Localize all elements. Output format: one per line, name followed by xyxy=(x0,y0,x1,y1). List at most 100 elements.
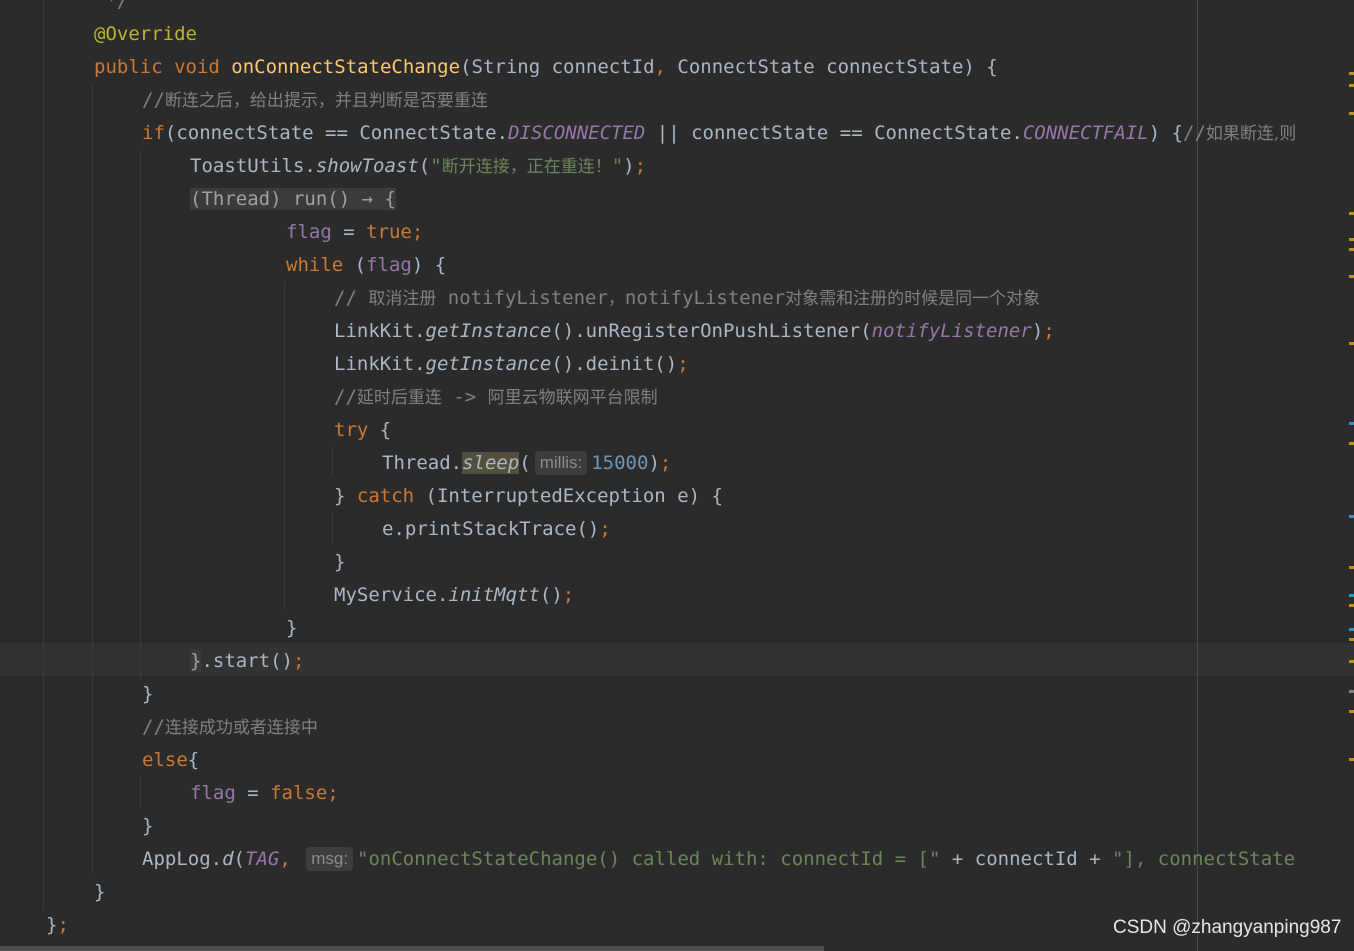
code-line[interactable]: e.printStackTrace(); xyxy=(382,513,611,546)
warning-marker[interactable] xyxy=(1349,566,1354,569)
code-token: = xyxy=(331,221,367,243)
code-token: getInstance xyxy=(425,353,552,375)
code-line[interactable]: Thread.sleep(millis: 15000); xyxy=(382,447,671,480)
warning-marker[interactable] xyxy=(1349,604,1354,607)
code-token: ; xyxy=(677,353,689,375)
code-token: LinkKit. xyxy=(334,320,426,342)
code-token: = xyxy=(235,782,271,804)
code-token: () xyxy=(539,584,563,606)
code-token: ; xyxy=(57,914,69,936)
code-token: ， xyxy=(607,289,625,309)
code-token: MyService. xyxy=(334,584,449,606)
code-token: sleep xyxy=(462,452,520,474)
code-token: CONNECTFAIL xyxy=(1022,122,1149,144)
code-token: getInstance xyxy=(425,320,552,342)
code-line[interactable]: else{ xyxy=(142,744,199,777)
indent-guide xyxy=(284,282,285,610)
code-editor[interactable]: */ @Override public void onConnectStateCha… xyxy=(0,0,1354,951)
code-line[interactable]: } xyxy=(334,546,345,579)
code-token: DISCONNECTED xyxy=(508,122,646,144)
code-line[interactable]: LinkKit.getInstance().unRegisterOnPushLi… xyxy=(334,315,1055,348)
code-line[interactable]: //断连之后，给出提示，并且判断是否要重连 xyxy=(142,84,488,117)
code-token: ) xyxy=(623,155,635,177)
warning-marker[interactable] xyxy=(1349,84,1354,87)
code-line[interactable]: }.start(); xyxy=(190,645,304,678)
code-line[interactable]: } xyxy=(142,678,153,711)
code-line[interactable]: try { xyxy=(334,414,391,447)
code-line[interactable]: */ xyxy=(94,0,128,18)
code-line[interactable]: (Thread) run() → { xyxy=(190,183,396,216)
code-line[interactable]: @Override xyxy=(94,18,197,51)
code-line[interactable]: } xyxy=(94,876,105,909)
code-token: TAG xyxy=(244,848,280,870)
warning-marker[interactable] xyxy=(1349,638,1354,641)
code-token: ) xyxy=(648,452,660,474)
warning-marker[interactable] xyxy=(1349,238,1354,241)
code-token: */ xyxy=(94,0,129,12)
indent-guide xyxy=(140,150,141,680)
code-token: " xyxy=(430,155,442,177)
code-token: ().unRegisterOnPushListener( xyxy=(551,320,872,342)
code-line[interactable]: LinkKit.getInstance().deinit(); xyxy=(334,348,689,381)
code-line[interactable]: } xyxy=(286,612,297,645)
code-line[interactable]: } xyxy=(142,810,153,843)
warning-marker[interactable] xyxy=(1349,710,1354,713)
code-token: 对象需和注册的时候是同一个对象 xyxy=(785,289,1041,309)
indent-guide xyxy=(43,0,44,910)
code-token: + connectId + xyxy=(940,848,1113,870)
code-token: } xyxy=(334,551,346,573)
code-line[interactable]: flag = false; xyxy=(190,777,339,810)
code-token: .start() xyxy=(201,650,293,672)
warning-marker[interactable] xyxy=(1349,248,1354,251)
code-token: 如果断连,则 xyxy=(1205,124,1297,144)
code-token: ) xyxy=(1031,320,1044,342)
code-token: "onConnectStateChange() called with: con… xyxy=(357,848,941,870)
code-line[interactable]: }; xyxy=(46,909,69,942)
code-line[interactable]: // 取消注册 notifyListener，notifyListener对象需… xyxy=(334,282,1040,315)
warning-marker[interactable] xyxy=(1349,758,1354,761)
code-token: { xyxy=(187,749,200,771)
code-token: { xyxy=(379,419,392,441)
code-token: // xyxy=(334,386,357,408)
neutral-marker[interactable] xyxy=(1349,690,1354,693)
code-token: ; xyxy=(659,452,672,474)
info-marker[interactable] xyxy=(1349,628,1354,631)
warning-marker[interactable] xyxy=(1349,72,1354,75)
info-marker[interactable] xyxy=(1349,515,1354,518)
code-token: AppLog. xyxy=(142,848,223,870)
code-line[interactable]: //连接成功或者连接中 xyxy=(142,711,318,744)
code-line[interactable]: flag = true; xyxy=(286,216,423,249)
indent-guide xyxy=(140,777,141,807)
code-token: ConnectState connectState) { xyxy=(677,56,998,78)
warning-marker[interactable] xyxy=(1349,342,1354,345)
code-line[interactable]: } catch (InterruptedException e) { xyxy=(334,480,723,513)
code-line[interactable]: if(connectState == ConnectState.DISCONNE… xyxy=(142,117,1296,150)
code-token: notifyListener xyxy=(871,320,1032,342)
code-token: } xyxy=(46,914,58,936)
warning-marker[interactable] xyxy=(1349,275,1354,278)
code-token: "], connectState xyxy=(1112,848,1296,870)
code-token: true; xyxy=(366,221,424,243)
code-line[interactable]: MyService.initMqtt(); xyxy=(334,579,574,612)
code-token: ( xyxy=(418,155,431,177)
info-marker[interactable] xyxy=(1349,594,1354,597)
code-line[interactable]: //延时后重连 -> 阿里云物联网平台限制 xyxy=(334,381,658,414)
code-token: ; xyxy=(562,584,575,606)
warning-marker[interactable] xyxy=(1349,660,1354,663)
code-token: if xyxy=(142,122,165,144)
code-line[interactable]: public void onConnectStateChange(String … xyxy=(94,51,998,84)
error-stripe[interactable] xyxy=(1349,0,1354,951)
code-line[interactable]: ToastUtils.showToast("断开连接，正在重连！"); xyxy=(190,150,646,183)
code-token: 15000 xyxy=(591,452,649,474)
code-line[interactable]: while (flag) { xyxy=(286,249,446,282)
warning-marker[interactable] xyxy=(1349,112,1354,115)
horizontal-scrollbar[interactable] xyxy=(0,946,824,951)
warning-marker[interactable] xyxy=(1349,212,1354,215)
code-line[interactable]: AppLog.d(TAG, msg: "onConnectStateChange(… xyxy=(142,843,1295,876)
info-marker[interactable] xyxy=(1349,422,1354,425)
code-token: (InterruptedException e) { xyxy=(425,485,723,507)
warning-marker[interactable] xyxy=(1349,442,1354,445)
code-token: || connectState == ConnectState. xyxy=(645,122,1023,144)
code-token: while xyxy=(286,254,355,276)
code-token: notifyListener xyxy=(436,287,608,309)
